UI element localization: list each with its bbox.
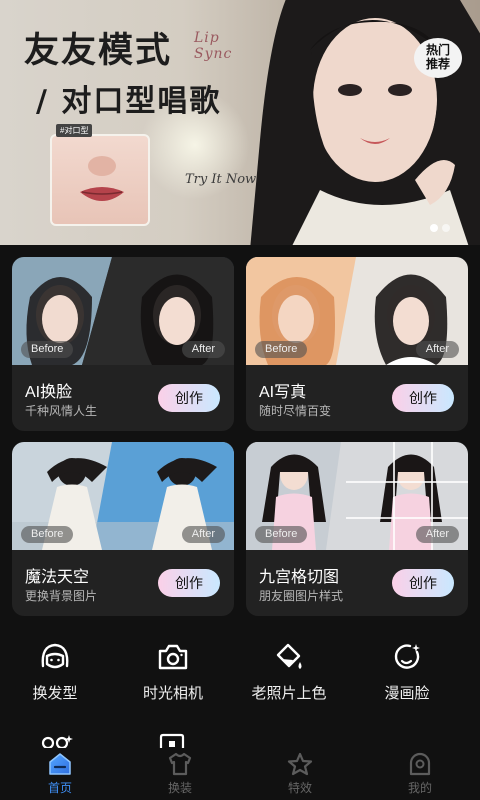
nav-effects[interactable]: 特效 — [240, 748, 360, 800]
card-preview: Before After — [246, 257, 468, 365]
camera-icon — [158, 644, 188, 670]
card-preview: Before After — [12, 257, 234, 365]
nav-label: 换装 — [167, 781, 192, 795]
before-label: Before — [255, 341, 308, 358]
tool-time-camera[interactable]: 时光相机 — [118, 642, 228, 703]
tool-change-hairstyle[interactable]: 换发型 — [0, 642, 110, 703]
partial-row-icon — [41, 735, 73, 749]
hair-icon — [41, 643, 69, 669]
hero-banner[interactable]: 友友模式 Lip Sync / 对口型唱歌 #对口型 Try It Now 热门… — [0, 0, 480, 245]
bottom-navigation: 首页 换装 特效 我的 — [0, 748, 480, 800]
create-button[interactable]: 创作 — [158, 569, 220, 597]
before-label: Before — [21, 341, 74, 358]
carousel-dot[interactable] — [430, 224, 438, 232]
after-label: After — [415, 341, 459, 358]
card-subtitle: 更换背景图片 — [25, 589, 98, 603]
banner-thumbnail — [50, 134, 150, 226]
card-preview: Before After — [246, 442, 468, 550]
tool-cartoon-face[interactable]: 漫画脸 — [352, 642, 462, 703]
card-subtitle: 朋友圈图片样式 — [259, 589, 344, 603]
nav-home[interactable]: 首页 — [0, 748, 120, 800]
shirt-icon — [168, 752, 192, 776]
thumbnail-tag: #对口型 — [56, 124, 93, 137]
nav-profile[interactable]: 我的 — [360, 748, 480, 800]
try-it-now-text: Try It Now — [185, 172, 257, 187]
banner-english-subtitle: Lip Sync — [194, 30, 232, 62]
after-label: After — [415, 526, 459, 543]
banner-portrait — [250, 0, 480, 245]
after-label: After — [181, 341, 225, 358]
card-title: AI写真 — [259, 384, 307, 401]
tool-label: 漫画脸 — [384, 685, 430, 702]
create-button[interactable]: 创作 — [392, 569, 454, 597]
after-label: After — [181, 526, 225, 543]
nav-label: 我的 — [407, 781, 432, 795]
banner-title: 友友模式 — [24, 30, 173, 71]
profile-icon — [409, 752, 431, 776]
carousel-indicator — [430, 224, 450, 232]
hot-recommend-badge: 热门 推荐 — [414, 38, 462, 78]
card-title: AI换脸 — [25, 384, 73, 401]
tool-label: 时光相机 — [142, 685, 203, 702]
banner-subtitle: / 对口型唱歌 — [36, 84, 222, 119]
before-label: Before — [21, 526, 74, 543]
nav-label: 特效 — [287, 781, 312, 795]
card-title: 九宫格切图 — [259, 569, 340, 586]
card-magic-sky[interactable]: Before After 魔法天空 更换背景图片 创作 — [12, 442, 234, 616]
create-button[interactable]: 创作 — [158, 384, 220, 412]
card-ai-portrait[interactable]: Before After AI写真 随时尽情百变 创作 — [246, 257, 468, 431]
card-title: 魔法天空 — [25, 569, 90, 586]
banner-english-line1: Lip — [194, 30, 220, 46]
hot-badge-line2: 推荐 — [425, 57, 450, 71]
tool-colorize-photo[interactable]: 老照片上色 — [234, 642, 344, 703]
before-label: Before — [255, 526, 308, 543]
nav-label: 首页 — [47, 781, 72, 795]
home-icon — [49, 753, 71, 775]
tool-label: 老照片上色 — [251, 685, 327, 702]
card-nine-grid[interactable]: Before After 九宫格切图 朋友圈图片样式 创作 — [246, 442, 468, 616]
carousel-dot[interactable] — [442, 224, 450, 232]
hot-badge-line1: 热门 — [425, 43, 450, 57]
nav-outfit[interactable]: 换装 — [120, 748, 240, 800]
card-subtitle: 千种风情人生 — [25, 404, 98, 418]
card-subtitle: 随时尽情百变 — [259, 404, 332, 418]
banner-english-line2: Sync — [194, 46, 233, 62]
create-button[interactable]: 创作 — [392, 384, 454, 412]
paint-bucket-icon — [276, 643, 302, 669]
tool-label: 换发型 — [32, 685, 78, 702]
card-preview: Before After — [12, 442, 234, 550]
card-ai-face-swap[interactable]: Before After AI换脸 千种风情人生 创作 — [12, 257, 234, 431]
cartoon-face-icon — [394, 644, 420, 669]
partial-row-icon — [159, 733, 185, 749]
star-icon — [287, 752, 313, 776]
